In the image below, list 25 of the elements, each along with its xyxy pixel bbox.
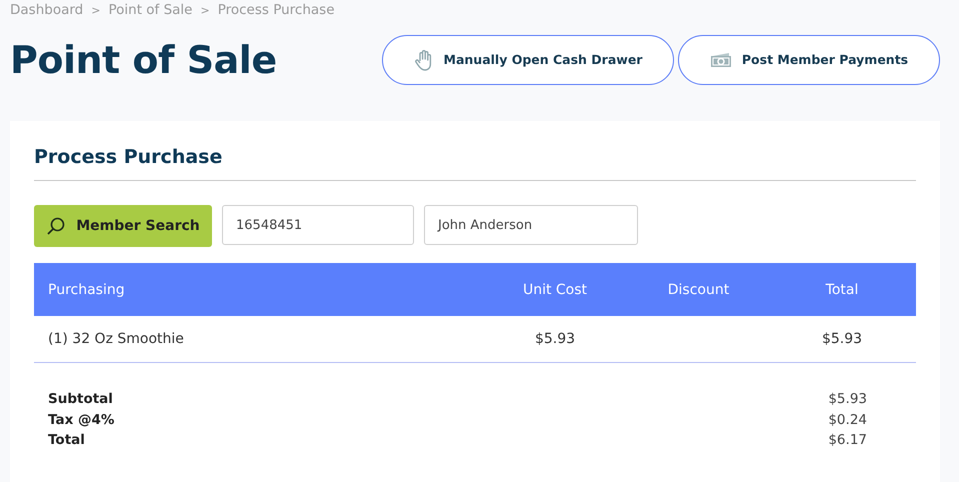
breadcrumb-separator: > (200, 4, 210, 16)
column-header: Purchasing (48, 282, 126, 298)
breadcrumb-separator: > (91, 4, 100, 16)
summary-label: Total (48, 432, 85, 448)
summary-value: $0.24 (828, 412, 867, 428)
hand-icon (414, 48, 434, 70)
column-header: Unit Cost (522, 282, 588, 298)
column-header: Total (824, 282, 860, 298)
search-icon (46, 216, 66, 236)
summary-label: Tax @4% (48, 412, 114, 428)
header-button[interactable]: Post Member Payments (678, 34, 940, 84)
card-title: Process Purchase (34, 145, 224, 170)
member-id-field[interactable]: 16548451 (222, 205, 414, 245)
header-button[interactable]: Manually Open Cash Drawer (382, 34, 674, 84)
table-cell-text: $5.93 (534, 331, 576, 347)
table-cell-text: $5.93 (820, 331, 864, 347)
summary-label: Subtotal (48, 391, 113, 408)
member-search-button[interactable]: Member Search (34, 205, 212, 247)
cash-icon (710, 52, 732, 68)
member-name-field[interactable]: John Anderson (424, 205, 638, 245)
page-title: Point of Sale (10, 38, 277, 82)
summary-value: $5.93 (828, 391, 867, 408)
column-header: Discount (666, 282, 730, 298)
table-cell-text: (1) 32 Oz Smoothie (48, 331, 185, 347)
summary-value: $6.17 (828, 432, 867, 448)
